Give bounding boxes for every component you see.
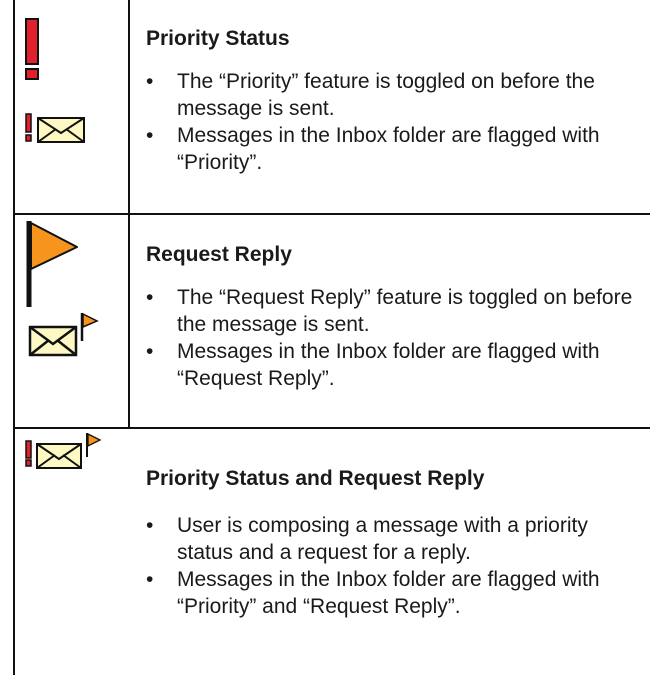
row-divider: [13, 213, 650, 215]
priority-request-reply-envelope-icon: [25, 432, 117, 470]
bullet-item: Messages in the Inbox folder are flagged…: [146, 566, 646, 620]
bullet-item: The “Request Reply” feature is toggled o…: [146, 284, 646, 338]
row-title: Priority Status and Request Reply: [146, 467, 485, 490]
bullet-list: User is composing a message with a prior…: [146, 512, 646, 620]
bullet-item: User is composing a message with a prior…: [146, 512, 646, 566]
bullet-item: The “Priority” feature is toggled on bef…: [146, 68, 646, 122]
icon-description-table: Priority Status The “Priority” feature i…: [13, 0, 650, 675]
bullet-list: The “Request Reply” feature is toggled o…: [146, 284, 646, 392]
row-priority-and-request-reply: Priority Status and Request Reply User i…: [15, 430, 650, 675]
bullet-item: Messages in the Inbox folder are flagged…: [146, 122, 646, 176]
bullet-list: The “Priority” feature is toggled on bef…: [146, 68, 646, 176]
request-reply-envelope-icon: [28, 311, 100, 359]
row-request-reply: Request Reply The “Request Reply” featur…: [15, 216, 650, 426]
row-title: Request Reply: [146, 243, 292, 266]
priority-exclamation-icon: [25, 18, 39, 80]
bullet-item: Messages in the Inbox folder are flagged…: [146, 338, 646, 392]
priority-envelope-icon: [25, 112, 87, 144]
row-priority-status: Priority Status The “Priority” feature i…: [15, 0, 650, 213]
request-reply-flag-icon: [25, 219, 81, 309]
row-divider: [13, 427, 650, 429]
row-title: Priority Status: [146, 27, 290, 50]
